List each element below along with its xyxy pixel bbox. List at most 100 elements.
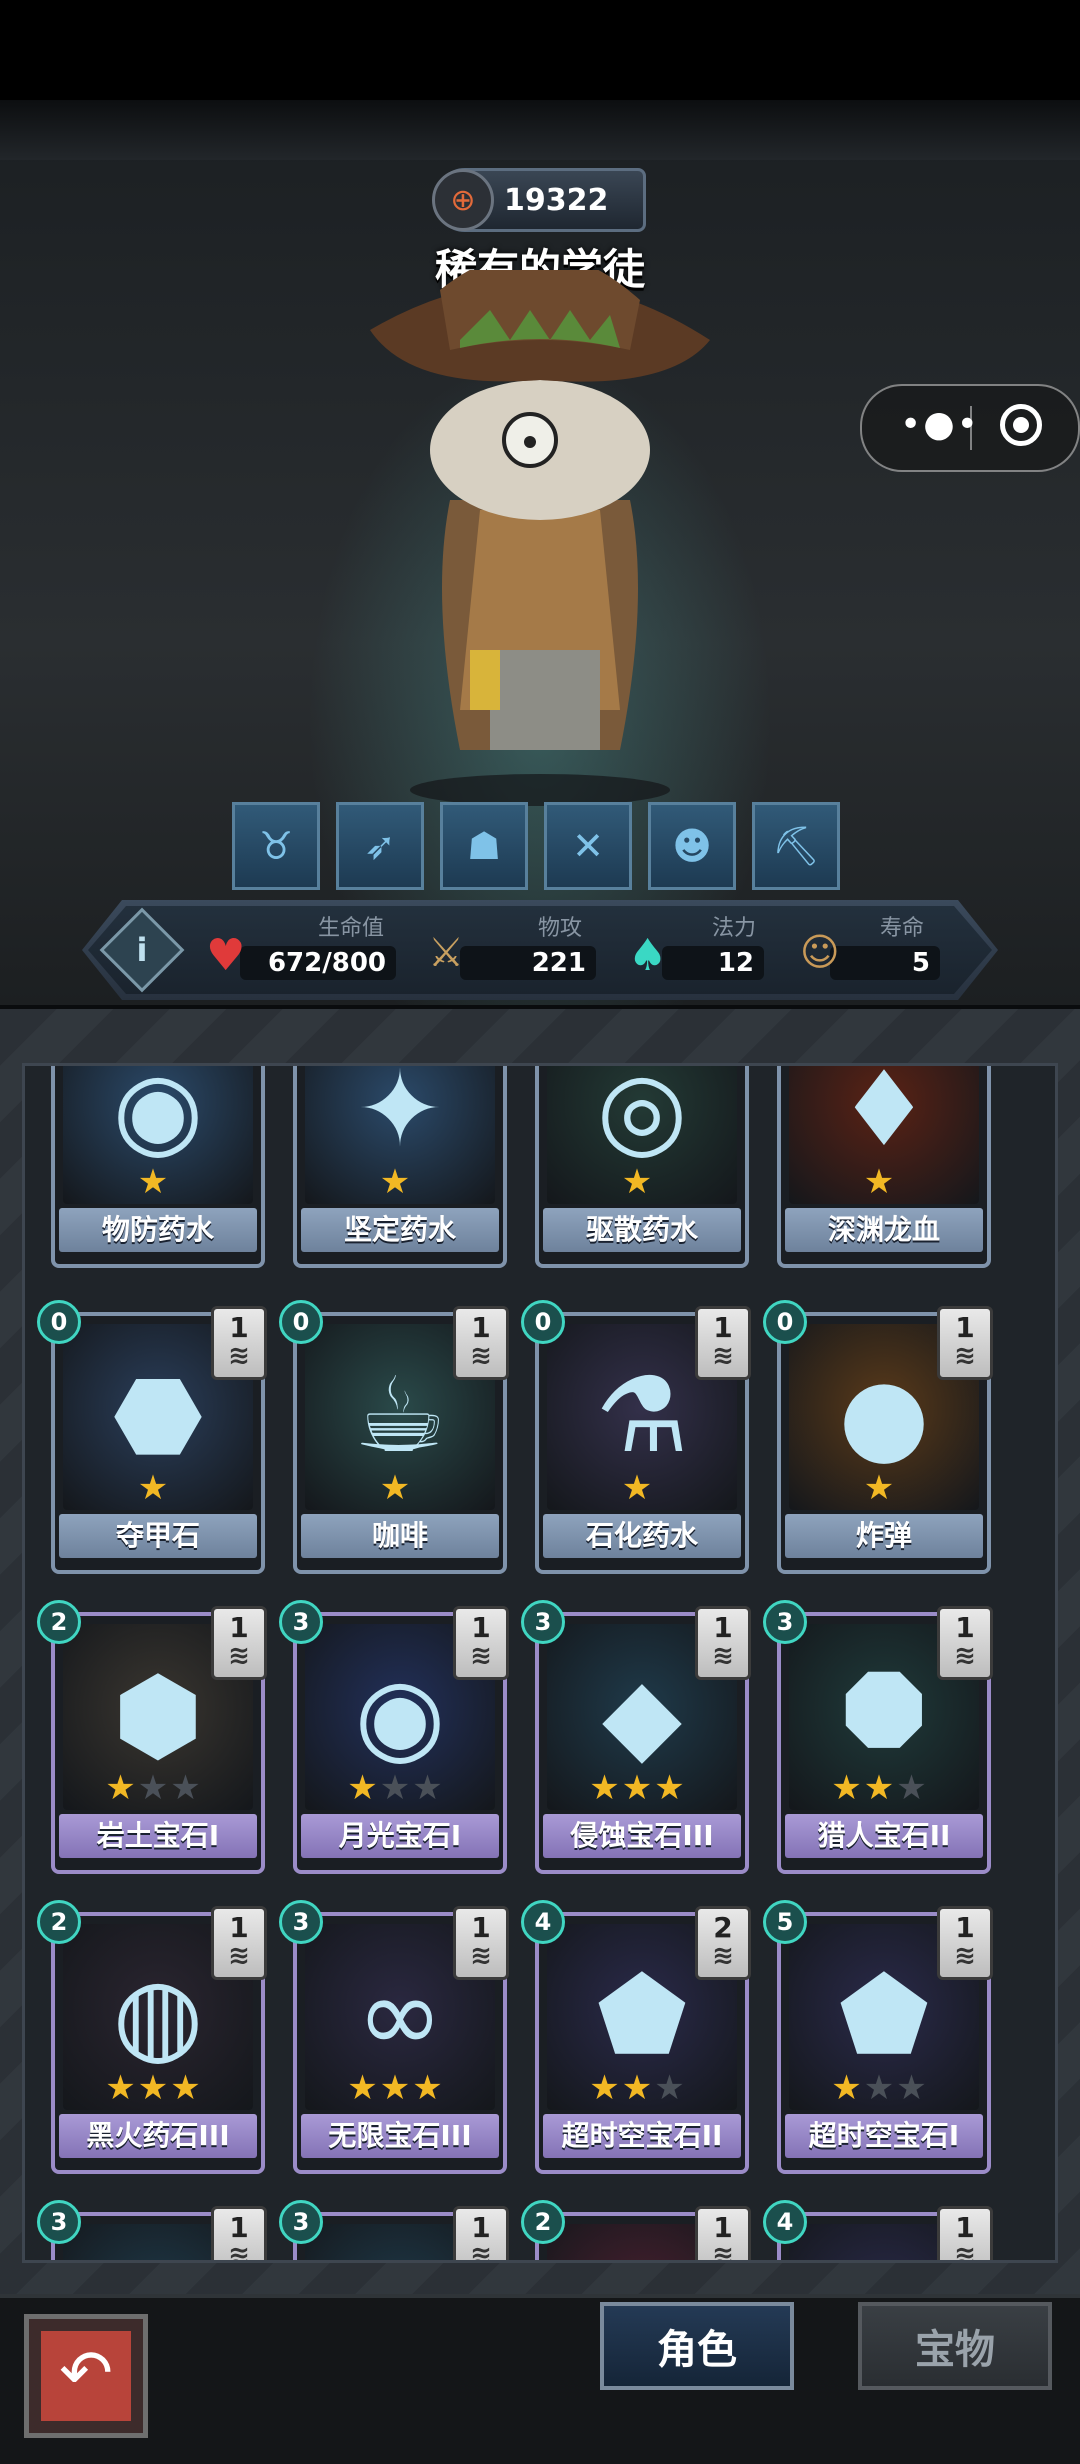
stat-hp-value: 672/800 [240,946,396,980]
item-card[interactable]: ⚗ ★ 石化药水 0 1 [521,1300,751,1574]
mana-flame-icon: ♠ [628,930,668,981]
item-rarity-stars: ★ [297,1162,495,1202]
star-filled-icon: ★ [137,1468,171,1508]
item-card[interactable]: 41 [763,2200,993,2260]
star-filled-icon: ★ [863,1468,897,1508]
inventory-grid[interactable]: ◉★物防药水✦★坚定药水◎★驱散药水♦★深渊龙血⬣★夺甲石01☕★咖啡01⚗★石… [22,1063,1058,2263]
stack-count-badge: 1 [453,2206,509,2260]
star-filled-icon: ★ [654,1768,687,1808]
info-icon: i [136,931,148,969]
item-name: 超时空宝石I [785,2114,983,2158]
star-filled-icon: ★ [863,1162,897,1202]
item-card[interactable]: ◎ ★ 驱散药水 [535,1066,749,1268]
item-name: 石化药水 [543,1514,741,1558]
stack-count-badge: 1 [453,1606,509,1680]
item-rarity-stars: ★ [297,1468,495,1508]
item-name: 无限宝石III [301,2114,499,2158]
item-card[interactable]: ⬣ ★ 夺甲石 0 1 [37,1300,267,1574]
mana-cost-badge: 3 [763,1600,807,1644]
item-card[interactable]: ⯃ ★★★ 猎人宝石II 3 1 [763,1600,993,1874]
stat-lifespan: 寿命 5 ☺ [800,908,940,988]
stack-count-badge: 1 [695,1306,751,1380]
stack-count-badge: 1 [695,2206,751,2260]
item-name: 物防药水 [59,1208,257,1252]
close-target-icon[interactable] [1000,404,1042,446]
item-card[interactable]: ◉ ★★★ 月光宝石I 3 1 [279,1600,509,1874]
mana-cost-badge: 5 [763,1900,807,1944]
item-card[interactable]: ◆ ★★★ 侵蚀宝石III 3 1 [521,1600,751,1874]
stack-count-badge: 1 [211,1606,267,1680]
item-card[interactable]: ∞ ★★★ 无限宝石III 3 1 [279,1900,509,2174]
bow-icon[interactable]: ➶ [336,802,424,890]
item-rarity-stars: ★★★ [539,2068,737,2108]
item-rarity-stars: ★★★ [55,1768,253,1808]
item-name: 猎人宝石II [785,1814,983,1858]
star-empty-icon: ★ [170,1768,203,1808]
item-rarity-stars: ★★★ [297,2068,495,2108]
crossed-pistols-icon[interactable]: ✕ [544,802,632,890]
item-card[interactable]: 31 [279,2200,509,2260]
tab-character[interactable]: 角色 [600,2302,794,2390]
capsule-divider [970,406,972,450]
stack-count-badge: 1 [937,2206,993,2260]
stat-mana-value: 12 [662,946,764,980]
item-rarity-stars: ★★★ [55,2068,253,2108]
mana-cost-badge: 2 [37,1600,81,1644]
star-filled-icon: ★ [412,2068,445,2108]
item-name: 超时空宝石II [543,2114,741,2158]
item-card[interactable]: ◍ ★★★ 黑火药石III 2 1 [37,1900,267,2174]
ghost-icon[interactable]: ☗ [440,802,528,890]
more-icon[interactable]: •●• [900,404,980,445]
stack-count-badge: 1 [211,1306,267,1380]
item-card[interactable]: ☕ ★ 咖啡 0 1 [279,1300,509,1574]
star-filled-icon: ★ [137,1162,171,1202]
star-empty-icon: ★ [137,1768,171,1808]
item-card[interactable]: ⬟ ★★★ 超时空宝石II 4 2 [521,1900,751,2174]
ox-icon[interactable]: ♉ [232,802,320,890]
star-filled-icon: ★ [621,1768,655,1808]
item-name: 黑火药石III [59,2114,257,2158]
item-card[interactable]: ⬟ ★★★ 超时空宝石I 5 1 [763,1900,993,2174]
mana-cost-badge: 4 [521,1900,565,1944]
item-name: 岩土宝石I [59,1814,257,1858]
character-portrait[interactable] [370,270,710,810]
star-filled-icon: ★ [621,1162,655,1202]
stat-attack-label: 物攻 [538,916,583,941]
stat-lifespan-label: 寿命 [880,916,925,941]
crosshair-icon: ⊕ [432,169,494,231]
stat-hp: 生命值 672/800 ♥ [200,908,400,988]
tab-treasure[interactable]: 宝物 [858,2302,1052,2390]
mana-cost-badge: 3 [279,1600,323,1644]
back-button[interactable]: ↶ [24,2314,148,2438]
star-filled-icon: ★ [137,2068,171,2108]
item-rarity-stars: ★ [55,1162,253,1202]
pickaxe-icon[interactable]: ⛏ [752,802,840,890]
item-card[interactable]: ✦ ★ 坚定药水 [293,1066,507,1268]
mini-program-capsule[interactable]: •●• [860,384,1080,472]
sword-icon: ⚔ [428,930,464,976]
item-card[interactable]: ◉ ★ 物防药水 [51,1066,265,1268]
item-card[interactable]: 31 [37,2200,267,2260]
demon-mask-icon[interactable]: ☻ [648,802,736,890]
item-rarity-stars: ★★★ [297,1768,495,1808]
item-name: 深渊龙血 [785,1208,983,1252]
item-card[interactable]: ⬢ ★★★ 岩土宝石I 2 1 [37,1600,267,1874]
star-filled-icon: ★ [831,1768,864,1808]
item-symbol-icon: ♦ [837,1063,931,1170]
item-card[interactable]: ● ★ 炸弹 0 1 [763,1300,993,1574]
star-filled-icon: ★ [621,2068,655,2108]
stat-attack: 物攻 221 ⚔ [428,908,600,988]
star-empty-icon: ★ [654,2068,687,2108]
back-arrow-icon: ↶ [41,2331,131,2421]
star-empty-icon: ★ [896,1768,929,1808]
star-filled-icon: ★ [347,2068,380,2108]
item-rarity-stars: ★★★ [539,1768,737,1808]
item-card[interactable]: ♦ ★ 深渊龙血 [777,1063,991,1268]
stat-mana-label: 法力 [712,916,757,941]
item-card[interactable]: 21 [521,2200,751,2260]
stat-lifespan-value: 5 [830,946,940,980]
item-rarity-stars: ★ [539,1468,737,1508]
item-rarity-stars: ★★★ [781,1768,979,1808]
stack-count-badge: 1 [695,1606,751,1680]
item-name: 月光宝石I [301,1814,499,1858]
